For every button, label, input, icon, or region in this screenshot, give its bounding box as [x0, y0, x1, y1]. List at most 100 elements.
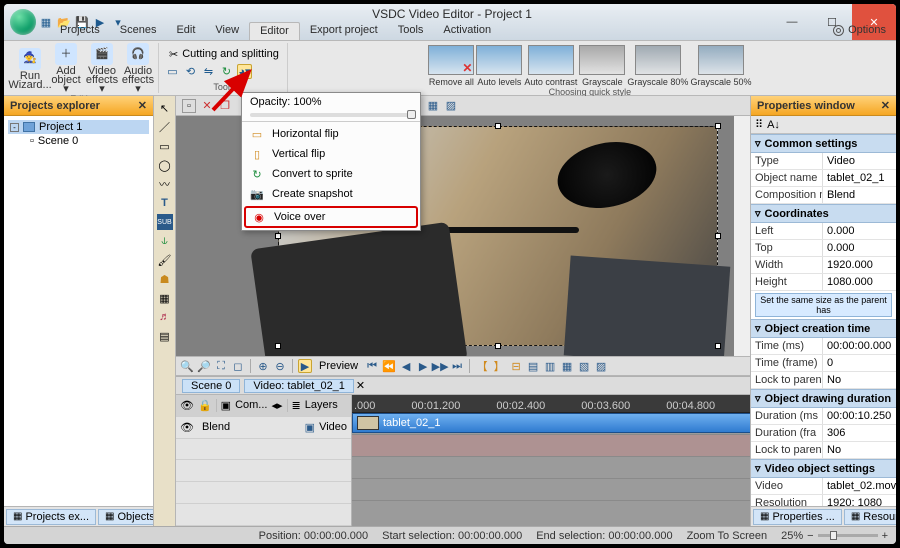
tracks-area[interactable]: .000 00:01.200 00:02.400 00:03.600 00:04…	[352, 395, 750, 526]
props-sort-icon[interactable]: ⠿	[755, 118, 763, 131]
opacity-slider[interactable]	[250, 113, 412, 117]
menu-export[interactable]: Export project	[300, 22, 388, 40]
horizontal-flip-item[interactable]: ▭Horizontal flip	[242, 124, 420, 144]
extra3-icon[interactable]: ▦	[560, 359, 574, 373]
tree-scene-item[interactable]: ▫ Scene 0	[8, 134, 149, 148]
menu-edit[interactable]: Edit	[166, 22, 205, 40]
timeline-tab-video[interactable]: Video: tablet_02_1	[244, 379, 354, 393]
style-auto-levels[interactable]: Auto levels	[476, 45, 522, 87]
split-icon[interactable]: ⊟	[509, 359, 523, 373]
tool-ellipse-icon[interactable]: ◯	[157, 157, 173, 173]
tool-brush-icon[interactable]: 🖌	[157, 252, 173, 268]
tool-text-icon[interactable]: T	[157, 195, 173, 211]
refresh-icon[interactable]: ↻	[219, 64, 234, 79]
tool-video-icon[interactable]: ♬	[157, 309, 173, 325]
menu-projects[interactable]: Projects	[50, 22, 110, 40]
add-marker-icon[interactable]: ⊕	[256, 359, 270, 373]
menu-scenes[interactable]: Scenes	[110, 22, 167, 40]
zoom-fit-icon[interactable]: ⛶	[214, 359, 228, 373]
style-grayscale-80[interactable]: Grayscale 80%	[627, 45, 688, 87]
group-drawing[interactable]: ▿ Object drawing duration	[751, 389, 896, 408]
group-creation[interactable]: ▿ Object creation time	[751, 319, 896, 338]
zoom-100-icon[interactable]: ◻	[231, 359, 245, 373]
timeline-clip[interactable]: tablet_02_1	[352, 413, 750, 433]
group-videoobj[interactable]: ▿ Video object settings	[751, 459, 896, 478]
goto-start-icon[interactable]: ⏮	[365, 359, 379, 373]
panel-close-icon[interactable]: ✕	[138, 99, 147, 112]
tool-line-icon[interactable]: ／	[157, 119, 173, 135]
minimize-button[interactable]: —	[772, 4, 812, 40]
set-parent-size-button[interactable]: Set the same size as the parent has	[755, 293, 892, 317]
tool-subtitle-icon[interactable]: SUB	[157, 214, 173, 230]
convert-sprite-item[interactable]: ↻Convert to sprite	[242, 164, 420, 184]
tool-rect-icon[interactable]: ▭	[157, 138, 173, 154]
crop-icon[interactable]: ▭	[165, 64, 180, 79]
style-remove-all[interactable]: Remove all	[428, 45, 474, 87]
group-common[interactable]: ▿ Common settings	[751, 134, 896, 153]
tool-select-icon[interactable]: ↖	[157, 100, 173, 116]
preview-scrollbar[interactable]	[734, 116, 750, 356]
app-orb[interactable]	[10, 9, 36, 35]
extra1-icon[interactable]: ▤	[526, 359, 540, 373]
options-button[interactable]: Options	[833, 24, 886, 36]
group-coords[interactable]: ▿ Coordinates	[751, 204, 896, 223]
zoom-plus-icon[interactable]: +	[882, 530, 888, 542]
tool-image-icon[interactable]: ▦	[157, 290, 173, 306]
audio-effects-button[interactable]: 🎧Audio effects ▾	[122, 43, 154, 94]
step-back-icon[interactable]: ◀	[399, 359, 413, 373]
time-ruler[interactable]: .000 00:01.200 00:02.400 00:03.600 00:04…	[352, 395, 750, 413]
mini-group-icon[interactable]: ▦	[426, 99, 440, 113]
rotate-icon[interactable]: ⟲	[183, 64, 198, 79]
tab-properties[interactable]: ▦ Properties ...	[753, 509, 842, 525]
vertical-flip-item[interactable]: ▯Vertical flip	[242, 144, 420, 164]
tool-audio-icon[interactable]: ▤	[157, 328, 173, 344]
zoom-out-icon[interactable]: 🔍	[180, 359, 194, 373]
mini-delete-icon[interactable]: ▫	[182, 99, 196, 113]
extra2-icon[interactable]: ▥	[543, 359, 557, 373]
extra4-icon[interactable]: ▧	[577, 359, 591, 373]
voice-over-item[interactable]: ◉Voice over	[244, 206, 418, 228]
timeline-tab-close-icon[interactable]: ✕	[356, 379, 365, 392]
style-grayscale-50[interactable]: Grayscale 50%	[690, 45, 751, 87]
menu-view[interactable]: View	[205, 22, 249, 40]
cutting-splitting-button[interactable]: ✂ Cutting and splitting	[165, 46, 283, 63]
extra5-icon[interactable]: ▨	[594, 359, 608, 373]
style-grayscale[interactable]: Grayscale	[579, 45, 625, 87]
flip-icon[interactable]: ⇋	[201, 64, 216, 79]
style-auto-contrast[interactable]: Auto contrast	[524, 45, 577, 87]
tool-curve-icon[interactable]: 〰	[157, 176, 173, 192]
create-snapshot-item[interactable]: 📷Create snapshot	[242, 184, 420, 204]
timeline-tab-scene[interactable]: Scene 0	[182, 379, 240, 393]
menu-tools[interactable]: Tools	[388, 22, 434, 40]
properties-close-icon[interactable]: ✕	[881, 99, 890, 112]
tool-chart-icon[interactable]: ⫝	[157, 233, 173, 249]
tab-resources[interactable]: ▦ Resources ...	[844, 509, 896, 525]
menu-activation[interactable]: Activation	[433, 22, 501, 40]
tab-projects-explorer[interactable]: ▦ Projects ex...	[6, 509, 96, 525]
goto-end-icon[interactable]: ⏭	[450, 359, 464, 373]
step-fwd-icon[interactable]: ▶▶	[433, 359, 447, 373]
zoom-in-icon[interactable]: 🔎	[197, 359, 211, 373]
mark-out-icon[interactable]: 】	[492, 359, 506, 373]
remove-marker-icon[interactable]: ⊖	[273, 359, 287, 373]
run-wizard-button[interactable]: 🧙Run Wizard...	[14, 48, 46, 90]
mini-copy-icon[interactable]: ❐	[218, 99, 232, 113]
tool-shape-icon[interactable]: ☗	[157, 271, 173, 287]
project-tree[interactable]: - Project 1 ▫ Scene 0	[4, 116, 153, 506]
video-effects-button[interactable]: 🎬Video effects ▾	[86, 43, 118, 94]
more-tools-dropdown[interactable]: ◕▾	[237, 64, 252, 79]
mini-ungroup-icon[interactable]: ▨	[444, 99, 458, 113]
tab-objects-explorer[interactable]: ▦ Objects ex...	[98, 509, 153, 525]
mini-cut-icon[interactable]: ✕	[200, 99, 214, 113]
add-object-button[interactable]: ＋Add object ▾	[50, 43, 82, 94]
zoom-slider[interactable]	[818, 534, 878, 537]
tree-project-root[interactable]: - Project 1	[8, 120, 149, 134]
props-az-icon[interactable]: A↓	[767, 119, 780, 131]
track-blend[interactable]: 👁Blend ▣ Video	[176, 417, 351, 439]
zoom-minus-icon[interactable]: −	[807, 530, 813, 542]
menu-editor[interactable]: Editor	[249, 22, 300, 40]
play-icon[interactable]: ▶	[298, 359, 312, 373]
play2-icon[interactable]: ▶	[416, 359, 430, 373]
rewind-icon[interactable]: ⏪	[382, 359, 396, 373]
mark-in-icon[interactable]: 【	[475, 359, 489, 373]
